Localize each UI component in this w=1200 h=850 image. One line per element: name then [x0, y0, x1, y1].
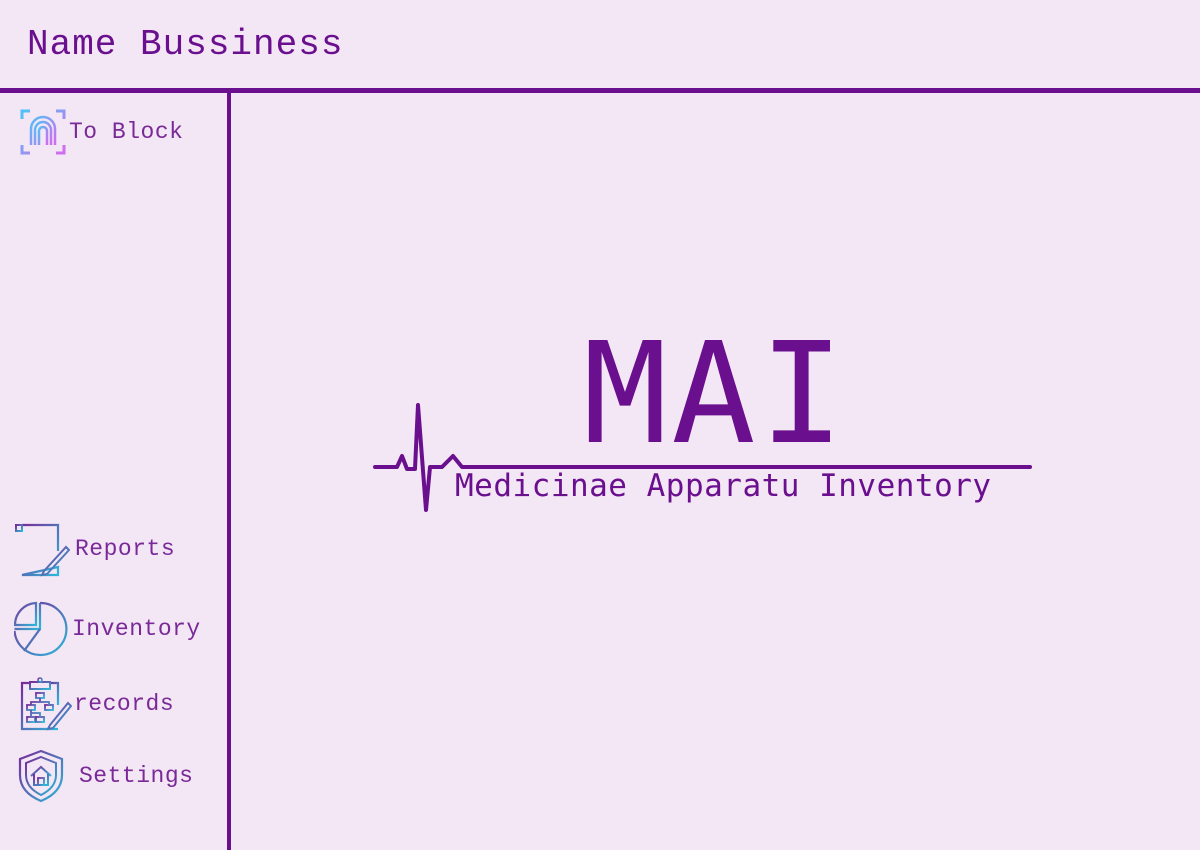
business-name: Name Bussiness	[27, 24, 344, 65]
sidebar-item-reports[interactable]: Reports	[14, 521, 175, 577]
pie-chart-icon	[14, 601, 69, 657]
sidebar-item-label: Inventory	[72, 616, 201, 642]
sidebar-item-label: To Block	[69, 119, 184, 145]
logo-subtitle: Medicinae Apparatu Inventory	[455, 468, 992, 504]
sidebar-item-inventory[interactable]: Inventory	[14, 601, 201, 657]
sidebar-item-settings[interactable]: Settings	[18, 749, 193, 803]
shield-home-icon	[18, 749, 64, 803]
sidebar-item-label: Settings	[79, 763, 194, 789]
report-edit-icon	[14, 521, 70, 577]
sidebar-item-to-block[interactable]: To Block	[20, 109, 183, 155]
fingerprint-icon	[20, 109, 66, 155]
header-bar: Name Bussiness	[0, 0, 1200, 93]
sidebar-item-label: Reports	[75, 536, 176, 562]
clipboard-hierarchy-icon	[18, 677, 72, 731]
sidebar-item-label: records	[74, 691, 175, 717]
sidebar: To Block Reports Inventory records Setti…	[0, 93, 231, 850]
sidebar-item-records[interactable]: records	[18, 677, 174, 731]
